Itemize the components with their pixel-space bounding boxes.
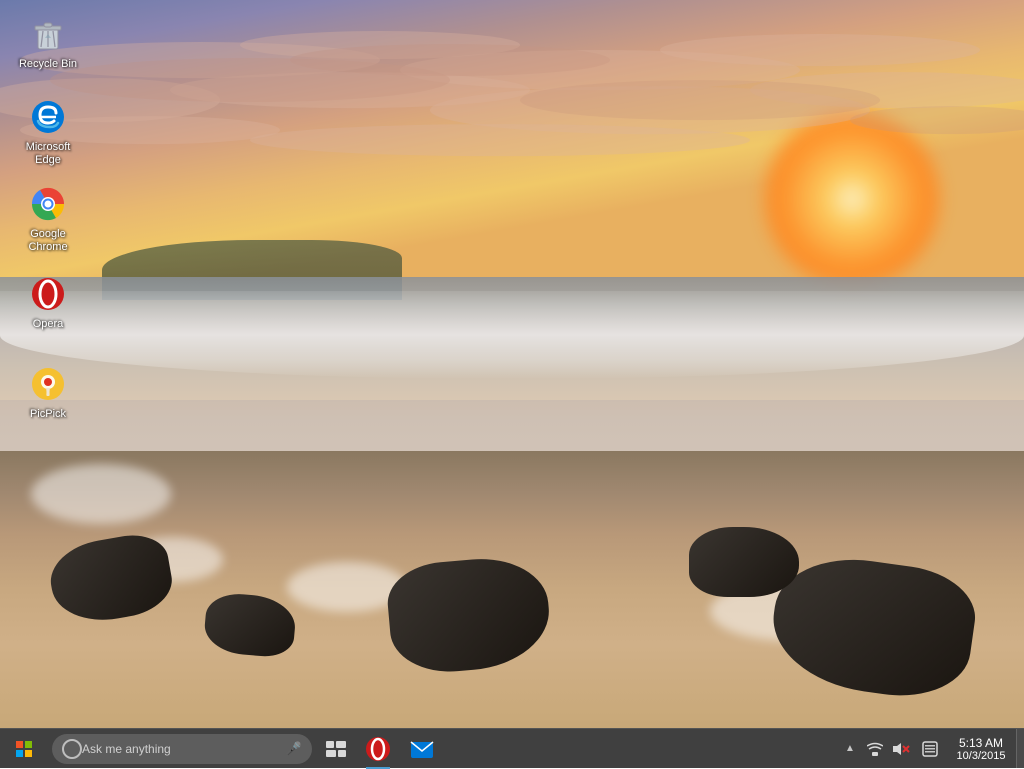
desktop-icon-picpick[interactable]: PicPick [8,360,88,425]
picpick-icon [28,364,68,404]
show-hidden-icons-button[interactable]: ▲ [838,729,862,769]
opera-label: Opera [33,318,64,331]
desktop-icon-opera[interactable]: Opera [8,270,88,335]
taskbar: Ask me anything 🎤 ▲ [0,728,1024,768]
recycle-bin-icon [28,14,68,54]
taskbar-mail-icon [409,736,435,762]
taskbar-mail[interactable] [400,729,444,769]
desktop-icon-google-chrome[interactable]: Google Chrome [8,180,88,258]
clock-date: 10/3/2015 [957,750,1006,762]
search-placeholder: Ask me anything [82,742,171,756]
opera-icon [28,274,68,314]
network-icon [867,741,883,757]
task-view-button[interactable] [316,729,356,769]
action-center-button[interactable] [914,729,946,769]
google-chrome-icon [28,184,68,224]
recycle-bin-label: Recycle Bin [19,58,77,71]
clock-time: 5:13 AM [959,736,1003,750]
show-desktop-button[interactable] [1016,729,1024,769]
action-center-icon [922,741,938,757]
cortana-icon [62,739,82,759]
desktop: Recycle Bin Microsoft Edge [0,0,1024,728]
microsoft-edge-icon [28,97,68,137]
volume-tray-icon[interactable] [888,729,914,769]
desktop-icons-container: Recycle Bin Microsoft Edge [0,0,1024,728]
google-chrome-label: Google Chrome [12,228,84,254]
speaker-muted-icon [892,741,910,757]
system-tray: ▲ [838,729,1024,769]
microphone-icon: 🎤 [286,741,302,757]
start-button[interactable] [0,729,48,769]
microsoft-edge-label: Microsoft Edge [12,141,84,167]
desktop-icon-microsoft-edge[interactable]: Microsoft Edge [8,93,88,171]
desktop-icon-recycle-bin[interactable]: Recycle Bin [8,10,88,75]
task-view-icon [326,741,346,757]
clock[interactable]: 5:13 AM 10/3/2015 [946,729,1016,769]
windows-logo-icon [16,741,32,757]
taskbar-opera[interactable] [356,729,400,769]
taskbar-opera-icon [365,736,391,762]
picpick-label: PicPick [30,408,66,421]
search-bar[interactable]: Ask me anything 🎤 [52,734,312,764]
network-tray-icon[interactable] [862,729,888,769]
chevron-up-icon: ▲ [845,743,855,754]
